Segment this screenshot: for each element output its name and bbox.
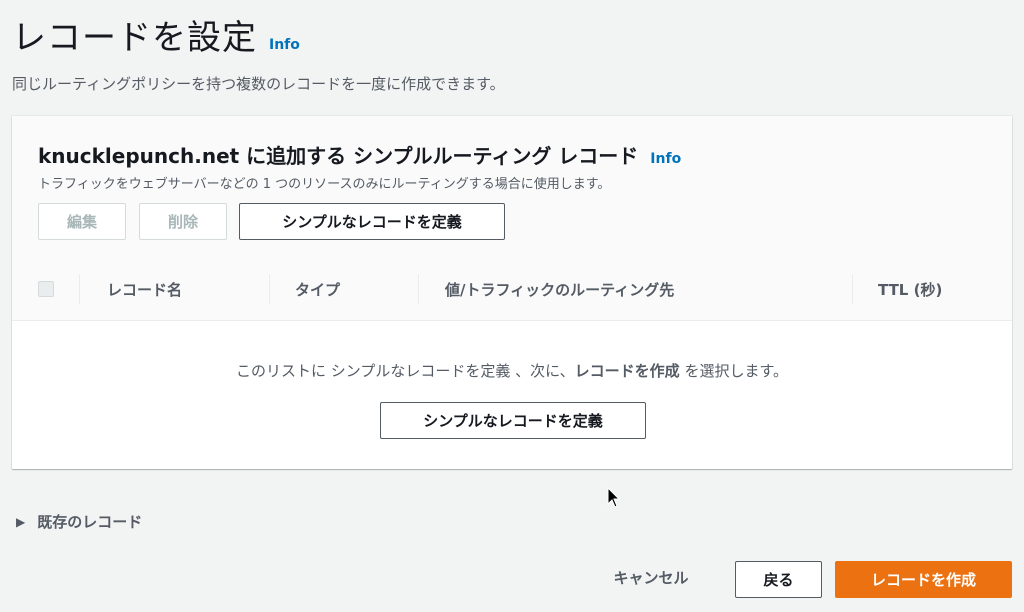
column-separator <box>852 274 853 304</box>
panel-title: knucklepunch.net に追加する シンプルルーティング レコード <box>38 144 639 168</box>
page-title: レコードを設定 <box>12 18 257 58</box>
empty-message-prefix: このリストに シンプルなレコードを定義 、次に、 <box>236 362 575 380</box>
select-all-checkbox[interactable] <box>38 281 54 297</box>
existing-records-toggle[interactable]: ▶ 既存のレコード <box>16 511 142 532</box>
empty-message-suffix: を選択します。 <box>679 362 788 380</box>
define-simple-record-button[interactable]: シンプルなレコードを定義 <box>239 203 505 240</box>
panel-title-row: knucklepunch.net に追加する シンプルルーティング レコード I… <box>38 140 681 169</box>
column-header-value[interactable]: 値/トラフィックのルーティング先 <box>445 279 674 300</box>
panel-subtitle: トラフィックをウェブサーバーなどの 1 つのリソースのみにルーティングする場合に… <box>38 177 611 192</box>
empty-table-message: このリストに シンプルなレコードを定義 、次に、レコードを作成 を選択します。 <box>12 360 1012 381</box>
column-header-record-name[interactable]: レコード名 <box>107 279 182 300</box>
back-button[interactable]: 戻る <box>735 561 822 598</box>
define-simple-record-button-empty[interactable]: シンプルなレコードを定義 <box>380 402 646 439</box>
column-header-type[interactable]: タイプ <box>295 279 340 300</box>
column-separator <box>79 274 80 304</box>
panel-header: knucklepunch.net に追加する シンプルルーティング レコード I… <box>12 116 1012 260</box>
page-header: レコードを設定 Info <box>12 10 300 59</box>
create-records-button[interactable]: レコードを作成 <box>835 561 1012 598</box>
delete-button[interactable]: 削除 <box>139 203 227 240</box>
column-separator <box>269 274 270 304</box>
empty-message-bold: レコードを作成 <box>574 362 680 380</box>
caret-right-icon: ▶ <box>16 514 26 529</box>
existing-records-label: 既存のレコード <box>37 513 143 531</box>
column-separator <box>418 274 419 304</box>
table-header: レコード名 タイプ 値/トラフィックのルーティング先 TTL (秒) <box>12 259 1012 321</box>
mouse-cursor-icon <box>607 487 621 508</box>
cancel-button[interactable]: キャンセル <box>592 567 710 588</box>
panel-info-link[interactable]: Info <box>650 151 681 167</box>
edit-button[interactable]: 編集 <box>38 203 126 240</box>
simple-routing-panel: knucklepunch.net に追加する シンプルルーティング レコード I… <box>12 116 1012 469</box>
column-header-ttl[interactable]: TTL (秒) <box>878 279 942 300</box>
page-info-link[interactable]: Info <box>269 37 300 53</box>
page-description: 同じルーティングポリシーを持つ複数のレコードを一度に作成できます。 <box>12 75 505 93</box>
